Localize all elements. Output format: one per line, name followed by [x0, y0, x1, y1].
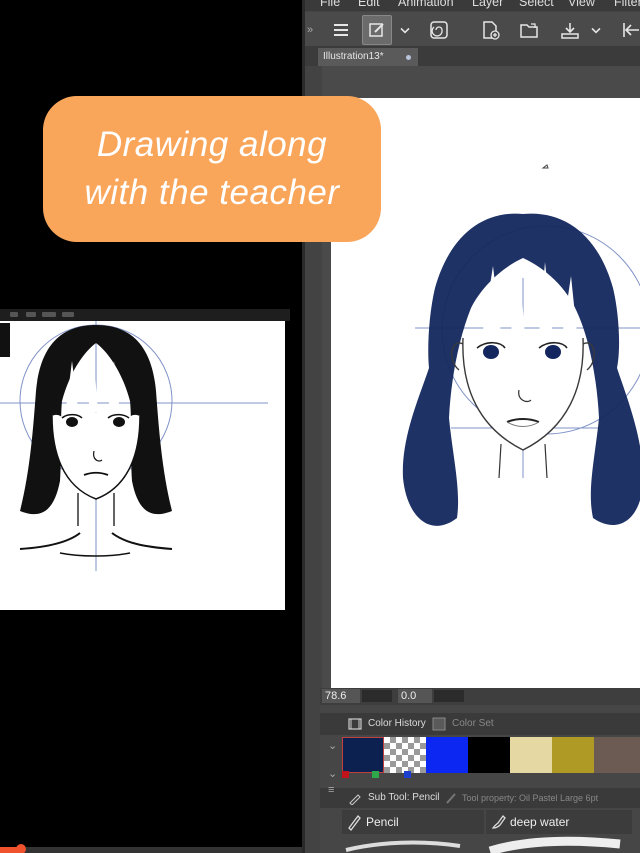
- color-swatch[interactable]: [468, 737, 510, 773]
- color-swatch[interactable]: [594, 737, 640, 773]
- caption-line-2: with the teacher: [84, 173, 340, 212]
- caption-bubble: Drawing along with the teacher: [43, 96, 381, 242]
- open-folder-icon[interactable]: [514, 15, 544, 45]
- mini-color-swatch[interactable]: [404, 771, 411, 778]
- mini-color-swatch[interactable]: [342, 771, 349, 778]
- collarbone: [59, 552, 131, 557]
- mini-color-swatch[interactable]: [372, 771, 379, 778]
- reference-toolbar: [0, 309, 290, 321]
- color-history-tab[interactable]: Color History: [368, 716, 426, 732]
- document-tab-bar: Illustration13*: [302, 46, 640, 66]
- color-history-swatches: ⌄: [320, 735, 640, 779]
- menu-bar: File Edit Animation Layer Select View Fi…: [302, 0, 640, 11]
- stray-mark: [541, 164, 549, 169]
- film-icon: [348, 718, 362, 730]
- screen: File Edit Animation Layer Select View Fi…: [0, 0, 640, 853]
- brush-stroke-previews: [320, 834, 640, 853]
- spiral-icon[interactable]: [424, 15, 454, 45]
- zoom-field[interactable]: 78.6: [322, 689, 360, 703]
- close-tab-icon[interactable]: [406, 55, 411, 60]
- menu-view[interactable]: View: [568, 0, 595, 9]
- left-eye: [66, 417, 78, 427]
- double-chevron-icon[interactable]: »: [307, 24, 313, 36]
- reference-mark: [0, 323, 10, 357]
- navigator-bar: 78.6 0.0: [320, 688, 640, 705]
- export-icon[interactable]: [555, 15, 585, 45]
- teacher-portrait: [0, 321, 268, 571]
- chevron-down-icon[interactable]: ⌄: [328, 739, 337, 752]
- panel-menu-icon[interactable]: ≡: [328, 784, 334, 796]
- rotation-slider[interactable]: [434, 690, 464, 702]
- new-file-icon[interactable]: [475, 15, 505, 45]
- menu-select[interactable]: Select: [519, 0, 554, 9]
- chevron-down-icon[interactable]: [397, 15, 413, 45]
- palette-icon: [432, 717, 446, 731]
- pencil-icon: [348, 815, 361, 831]
- caption-line-1: Drawing along: [96, 125, 328, 164]
- menu-edit[interactable]: Edit: [358, 0, 380, 9]
- menu-file[interactable]: File: [320, 0, 340, 9]
- reference-toolbar-item: [10, 312, 18, 317]
- chevron-down-icon[interactable]: [588, 15, 604, 45]
- reference-toolbar-item: [42, 312, 56, 317]
- reference-toolbar-item: [26, 312, 36, 317]
- tool-property-tab[interactable]: Tool property: Oil Pastel Large 6pt: [462, 790, 598, 806]
- menu-filter[interactable]: Filter: [614, 0, 640, 9]
- color-swatch[interactable]: [384, 737, 426, 773]
- color-history-header: Color History Color Set: [320, 713, 640, 735]
- menu-icon[interactable]: [326, 15, 356, 45]
- pencil-icon: [349, 794, 361, 805]
- color-set-tab[interactable]: Color Set: [452, 716, 494, 732]
- sub-tool-header: ≡ Sub Tool: Pencil Tool property: Oil Pa…: [320, 784, 640, 808]
- document-tab-label: Illustration13*: [323, 51, 384, 62]
- sub-tool-list: Pencil deep water: [320, 808, 640, 834]
- sub-tool-deep-water[interactable]: deep water: [486, 810, 632, 834]
- menu-animation[interactable]: Animation: [398, 0, 454, 9]
- reference-toolbar-item: [62, 312, 74, 317]
- face-shape: [462, 335, 584, 450]
- sub-tool-pencil[interactable]: Pencil: [342, 810, 484, 834]
- chevron-down-icon[interactable]: ⌄: [328, 767, 337, 780]
- pen-icon[interactable]: [362, 15, 392, 45]
- color-swatch[interactable]: [426, 737, 468, 773]
- color-swatch[interactable]: [342, 737, 384, 773]
- video-progress-bar[interactable]: [0, 844, 302, 853]
- menu-layer[interactable]: Layer: [472, 0, 503, 9]
- stroke-preview: [345, 836, 621, 853]
- sub-tool-label: deep water: [510, 815, 570, 829]
- left-eye: [483, 345, 499, 359]
- color-swatch[interactable]: [552, 737, 594, 773]
- video-progress-handle[interactable]: [16, 844, 27, 853]
- document-tab[interactable]: Illustration13*: [318, 48, 418, 66]
- sub-tool-label: Pencil: [366, 815, 399, 829]
- right-eye: [113, 417, 125, 427]
- palette-dock: ≡ Color History Color Set ⌄ ⌄: [320, 705, 640, 853]
- command-bar: »: [302, 12, 640, 48]
- arrow-icon[interactable]: [616, 15, 640, 45]
- rotation-field[interactable]: 0.0: [398, 689, 432, 703]
- color-swatch[interactable]: [510, 737, 552, 773]
- zoom-slider[interactable]: [362, 690, 392, 702]
- face-shape: [52, 413, 140, 499]
- brush-icon: [446, 793, 456, 804]
- right-eye: [545, 345, 561, 359]
- teacher-drawing: [0, 321, 285, 610]
- sub-tool-tab[interactable]: Sub Tool: Pencil: [368, 790, 440, 806]
- brush-icon: [491, 814, 506, 829]
